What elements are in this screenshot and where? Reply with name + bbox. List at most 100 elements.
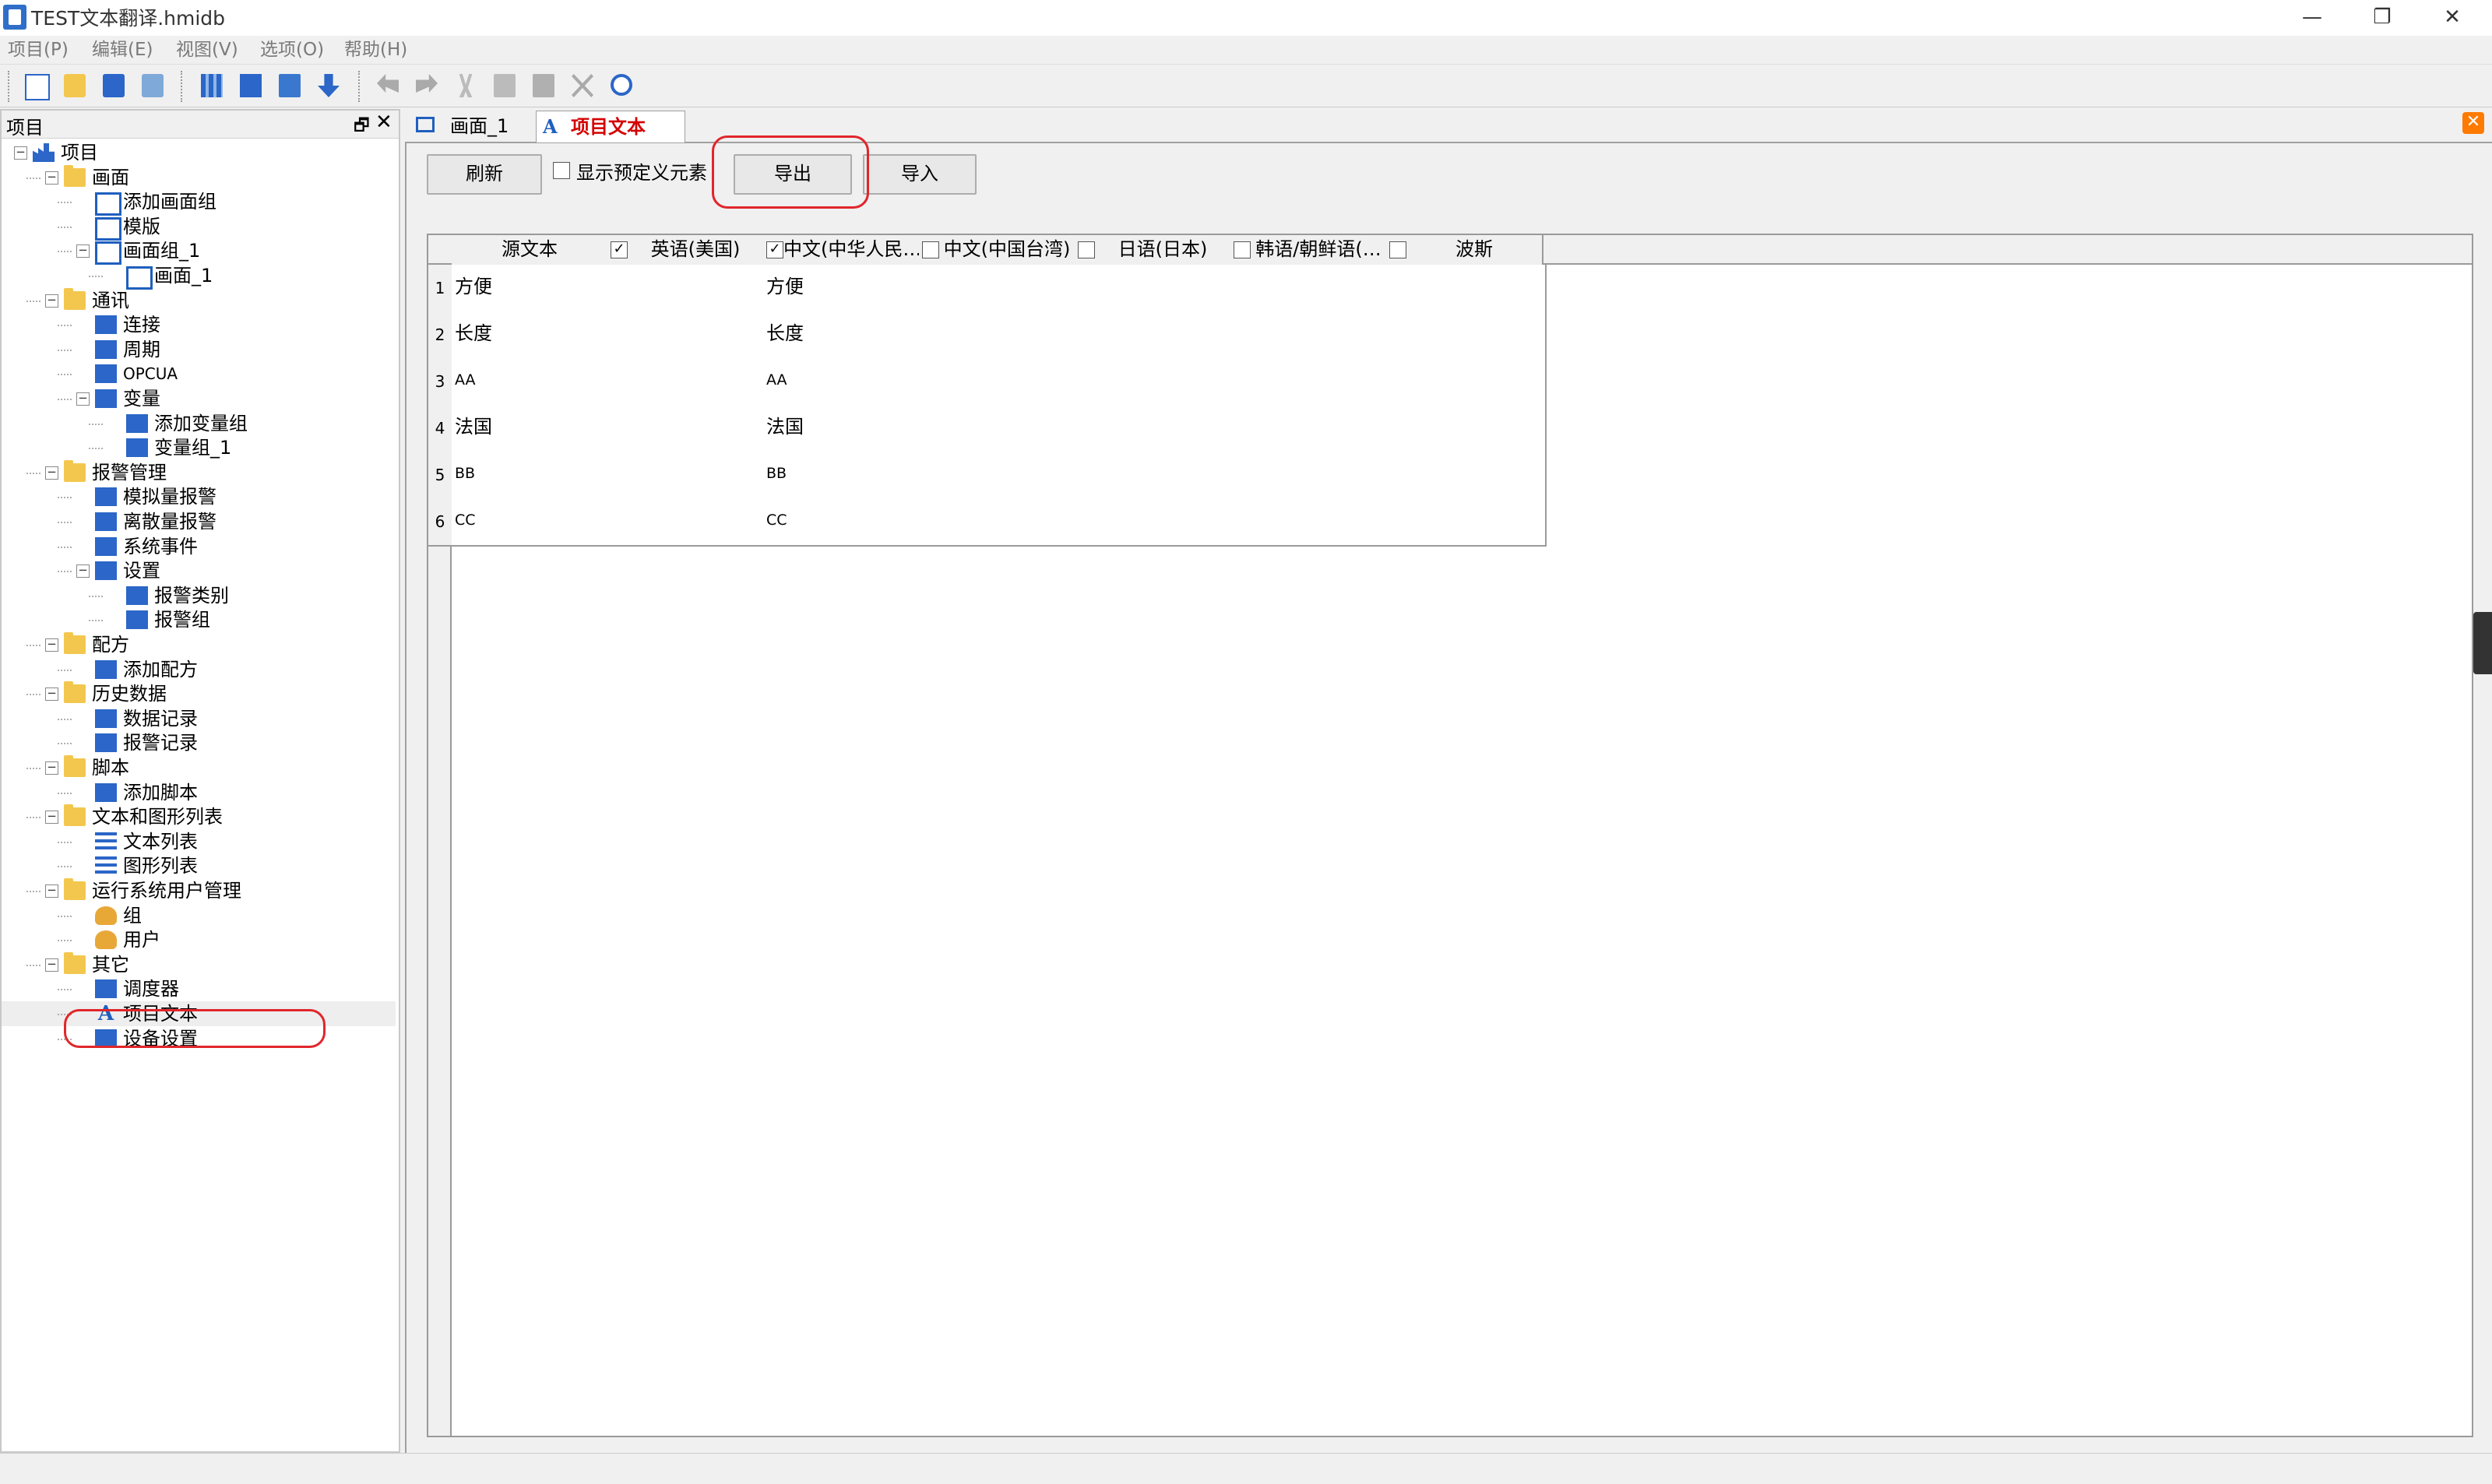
translation-cell[interactable] — [1230, 498, 1391, 547]
tree-item[interactable]: 离散量报警 — [2, 509, 396, 534]
tree-item[interactable]: 调度器 — [2, 976, 396, 1001]
close-button[interactable]: ✕ — [2417, 0, 2487, 36]
translation-cell[interactable] — [1386, 405, 1547, 453]
tree-item[interactable]: 文本列表 — [2, 829, 396, 854]
collapse-toggle-icon[interactable]: − — [45, 958, 58, 972]
copy-icon[interactable] — [489, 71, 520, 102]
tree-item[interactable]: 添加脚本 — [2, 780, 396, 805]
tree-item[interactable]: − 画面 — [2, 164, 396, 190]
tree-item[interactable]: 连接 — [2, 312, 396, 337]
collapse-toggle-icon[interactable]: − — [45, 761, 58, 775]
tree-item[interactable]: 添加画面组 — [2, 189, 396, 216]
source-text-cell[interactable]: 法国 — [452, 405, 612, 453]
tree-item[interactable]: 画面_1 — [2, 263, 396, 290]
find-icon[interactable] — [606, 71, 637, 102]
download-icon[interactable] — [235, 71, 266, 102]
translation-cell[interactable]: 法国 — [763, 405, 924, 453]
minimize-button[interactable]: — — [2277, 0, 2347, 36]
side-panel-grip[interactable] — [2473, 612, 2492, 674]
collapse-toggle-icon[interactable]: − — [45, 638, 58, 652]
tree-item[interactable]: − 画面组_1 — [2, 238, 396, 266]
toolbar-grip[interactable] — [181, 71, 185, 102]
translation-cell[interactable] — [607, 311, 768, 360]
translation-cell[interactable] — [919, 358, 1079, 406]
translation-cell[interactable] — [1075, 452, 1235, 500]
tree-item[interactable]: 图形列表 — [2, 853, 396, 878]
collapse-toggle-icon[interactable]: − — [14, 146, 27, 160]
translation-cell[interactable] — [1386, 358, 1547, 406]
toolbar-grip[interactable] — [8, 71, 12, 102]
translation-cell[interactable] — [607, 498, 768, 547]
tree-item[interactable]: 模版 — [2, 214, 396, 241]
row-number[interactable]: 5 — [428, 452, 453, 500]
menu-options[interactable]: 选项(O) — [260, 36, 324, 64]
tree-item[interactable]: − 报警管理 — [2, 459, 396, 485]
tree-item[interactable]: 报警记录 — [2, 730, 396, 755]
translation-cell[interactable] — [1230, 358, 1391, 406]
row-number[interactable]: 6 — [428, 498, 453, 547]
tree-item[interactable]: 添加变量组 — [2, 411, 396, 436]
open-folder-icon[interactable] — [59, 71, 90, 102]
translation-cell[interactable] — [1386, 498, 1547, 547]
translation-cell[interactable]: AA — [763, 358, 924, 406]
new-file-icon[interactable] — [20, 71, 51, 102]
translation-cell[interactable] — [919, 498, 1079, 547]
translation-cell[interactable] — [1230, 265, 1391, 313]
translation-cell[interactable] — [1386, 311, 1547, 360]
tree-item[interactable]: 数据记录 — [2, 706, 396, 731]
collapse-toggle-icon[interactable]: − — [45, 687, 58, 702]
tree-item[interactable]: 变量组_1 — [2, 435, 396, 460]
compile-icon[interactable] — [196, 71, 227, 102]
source-text-cell[interactable]: 方便 — [452, 265, 612, 313]
transfer-icon[interactable] — [313, 71, 344, 102]
collapse-toggle-icon[interactable]: − — [76, 564, 90, 578]
translation-cell[interactable] — [607, 358, 768, 406]
tree-item[interactable]: 用户 — [2, 927, 396, 952]
source-text-cell[interactable]: 长度 — [452, 311, 612, 360]
delete-icon[interactable] — [567, 71, 598, 102]
collapse-toggle-icon[interactable]: − — [45, 171, 58, 185]
row-number[interactable]: 1 — [428, 265, 453, 313]
translation-cell[interactable]: 长度 — [763, 311, 924, 360]
close-tab-icon[interactable]: ✕ — [2462, 112, 2484, 134]
translation-cell[interactable] — [1230, 311, 1391, 360]
tab-screen-1[interactable]: 画面_1 — [413, 111, 530, 142]
tab-project-text[interactable]: A 项目文本 — [536, 111, 685, 142]
collapse-toggle-icon[interactable]: − — [76, 392, 90, 406]
translation-cell[interactable] — [919, 265, 1079, 313]
tree-item[interactable]: − 历史数据 — [2, 681, 396, 706]
cut-icon[interactable] — [450, 71, 481, 102]
maximize-button[interactable]: ❐ — [2347, 0, 2417, 36]
row-number[interactable]: 4 — [428, 405, 453, 453]
refresh-button[interactable]: 刷新 — [427, 154, 542, 195]
translation-cell[interactable] — [607, 452, 768, 500]
translation-cell[interactable] — [1386, 452, 1547, 500]
source-text-cell[interactable]: AA — [452, 358, 612, 406]
toolbar-grip[interactable] — [358, 71, 363, 102]
tree-item[interactable]: 系统事件 — [2, 534, 396, 559]
row-number[interactable]: 2 — [428, 311, 453, 360]
tree-item[interactable]: − 文本和图形列表 — [2, 804, 396, 829]
tree-item[interactable]: − 项目 — [2, 140, 396, 165]
tree-item[interactable]: − 运行系统用户管理 — [2, 878, 396, 903]
tree-item[interactable]: − 其它 — [2, 951, 396, 977]
save-icon[interactable] — [98, 71, 129, 102]
tree-item[interactable]: − 设置 — [2, 558, 396, 583]
collapse-toggle-icon[interactable]: − — [45, 884, 58, 898]
show-predefined-checkbox[interactable] — [553, 162, 570, 179]
menu-help[interactable]: 帮助(H) — [344, 36, 407, 64]
translation-cell[interactable] — [1075, 498, 1235, 547]
translation-cell[interactable] — [607, 265, 768, 313]
translation-cell[interactable] — [919, 452, 1079, 500]
source-text-cell[interactable]: CC — [452, 498, 612, 547]
row-number[interactable]: 3 — [428, 358, 453, 406]
translation-cell[interactable] — [1075, 311, 1235, 360]
translation-cell[interactable]: BB — [763, 452, 924, 500]
collapse-toggle-icon[interactable]: − — [76, 244, 90, 258]
translation-cell[interactable]: CC — [763, 498, 924, 547]
translation-cell[interactable] — [607, 405, 768, 453]
translation-cell[interactable] — [1230, 405, 1391, 453]
redo-icon[interactable] — [411, 71, 442, 102]
undo-icon[interactable] — [372, 71, 403, 102]
menu-project[interactable]: 项目(P) — [8, 36, 69, 64]
